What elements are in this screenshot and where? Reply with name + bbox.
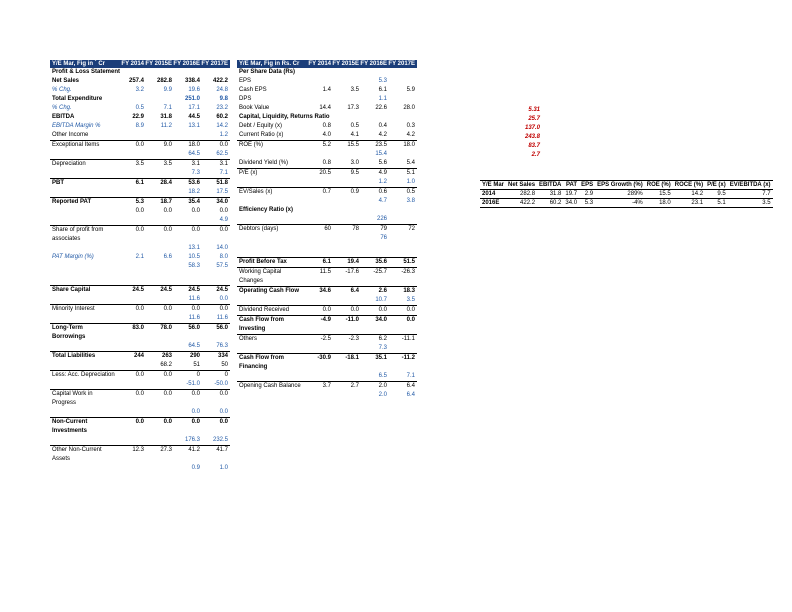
table-row: -51.0-50.0	[50, 380, 230, 389]
table-header: Y/E Mar, Fig in ` CrFY 2014FY 2015EFY 20…	[50, 60, 230, 68]
summary-head: PAT	[563, 181, 579, 190]
table-row: EPS5.3	[237, 77, 417, 86]
summary-row: 2014282.831.819.72.9289%15.514.29.57.7	[480, 190, 773, 199]
table-row: Exceptional Items0.09.018.00.0	[50, 140, 230, 150]
table-row: Minority Interest0.00.00.00.0	[50, 304, 230, 314]
table-row: 2.06.4	[237, 391, 417, 400]
summary-table: Y/E MarNet SalesEBITDAPATEPSEPS Growth (…	[480, 180, 773, 208]
table-row: 0.91.0	[50, 464, 230, 473]
table-row: Dividend Received0.00.00.00.0	[237, 305, 417, 315]
table-row: Dividend Yield (%)0.83.05.65.4	[237, 159, 417, 168]
table-row: % Chg.0.57.117.123.2	[50, 104, 230, 113]
table-row: Less: Acc. Depreciation0.00.000	[50, 370, 230, 380]
table-row: Non-Current Investments0.00.00.00.0	[50, 417, 230, 436]
summary-head: EBITDA	[537, 181, 563, 190]
table-row: Capital Work in Progress0.00.00.00.0	[50, 389, 230, 408]
summary-head: P/E (x)	[705, 181, 728, 190]
table-row: 11.60.0	[50, 295, 230, 304]
table-row: Working Capital Changes11.5-17.6-25.7-26…	[237, 267, 417, 286]
red-value: 5.31	[480, 106, 540, 115]
table-row: DPS1.1	[237, 95, 417, 104]
table-row: P/E (x)20.59.54.95.1	[237, 168, 417, 178]
table-row: Long-Term Borrowings83.078.056.056.0	[50, 323, 230, 342]
table-row: 18.217.5	[50, 188, 230, 197]
summary-head: ROE (%)	[645, 181, 673, 190]
table-row: Efficiency Ratio (x)	[237, 206, 417, 215]
table-row: 1.21.0	[237, 178, 417, 187]
table-row: 7.3	[237, 344, 417, 353]
table-row: Opening Cash Balance3.72.72.06.4	[237, 381, 417, 391]
table-row: 226	[237, 215, 417, 224]
table-row: 4.9	[50, 216, 230, 225]
table-header: Y/E Mar, Fig in Rs. CrFY 2014FY 2015EFY …	[237, 60, 417, 68]
table-row: EBITDA Margin %8.911.213.114.2	[50, 122, 230, 131]
table-row: Cash Flow from Financing-30.9-18.135.1-1…	[237, 353, 417, 372]
table-row: Total Expenditure251.09.8	[50, 95, 230, 104]
table-row: 64.562.5	[50, 150, 230, 159]
summary-head: Y/E Mar	[480, 181, 506, 190]
table-row: Profit Before Tax6.119.435.651.5	[237, 257, 417, 267]
table-row: Current Ratio (x)4.04.14.24.2	[237, 131, 417, 140]
table-row: PBT6.128.453.651.8	[50, 178, 230, 188]
table-row: 10.73.5	[237, 296, 417, 305]
table-row: 76	[237, 234, 417, 243]
table-row: EBITDA22.931.844.560.2	[50, 113, 230, 122]
table-row: 13.114.0	[50, 244, 230, 253]
table-row: Share Capital24.524.524.524.5	[50, 285, 230, 295]
table-row: 11.611.6	[50, 314, 230, 323]
table-row: Share of profit from associates0.00.00.0…	[50, 225, 230, 244]
table-row: 7.37.1	[50, 169, 230, 178]
summary-head: EPS Growth (%)	[595, 181, 645, 190]
table-row: 0.00.00.00.0	[50, 207, 230, 216]
table-row: 176.3232.5	[50, 436, 230, 445]
table-row: PAT Margin (%)2.16.610.58.0	[50, 253, 230, 262]
table-row: ROE (%)5.215.523.518.0	[237, 140, 417, 150]
red-value: 2.7	[480, 151, 540, 160]
table-row: Other Non-Current Assets12.327.341.241.7	[50, 445, 230, 464]
table-row: Profit & Loss Statement	[50, 68, 230, 77]
table-row: Total Liabilities244263290334	[50, 351, 230, 361]
table-row: Operating Cash Flow34.66.42.618.3	[237, 286, 417, 296]
table-row: Other Income1.2	[50, 131, 230, 140]
table-row: % Chg.3.29.919.624.8	[50, 86, 230, 95]
table-row: 64.576.3	[50, 342, 230, 351]
table-row: 4.73.8	[237, 197, 417, 206]
red-value: 137.0	[480, 124, 540, 133]
table-row: 0.00.0	[50, 408, 230, 417]
summary-row: 2016E422.260.234.05.3-4%18.023.15.13.5	[480, 199, 773, 208]
table-row: Per Share Data (Rs)	[237, 68, 417, 77]
summary-head: ROCE (%)	[673, 181, 705, 190]
table-row: Debt / Equity (x)0.80.50.40.3	[237, 122, 417, 131]
table-row: Net Sales257.4282.8338.4422.2	[50, 77, 230, 86]
table-row: Depreciation3.53.53.13.1	[50, 159, 230, 169]
table-row: Others-2.5-2.36.2-11.1	[237, 334, 417, 344]
red-value: 83.7	[480, 142, 540, 151]
summary-head: EPS	[579, 181, 595, 190]
table-row: Cash Flow from Investing-4.9-11.034.00.0	[237, 315, 417, 334]
table-row: Book Value14.417.322.628.0	[237, 104, 417, 113]
table-row: 68.25150	[50, 361, 230, 370]
table-row: Reported PAT5.318.735.434.0	[50, 197, 230, 207]
table-row: EV/Sales (x)0.70.90.60.5	[237, 187, 417, 197]
table-row: 15.4	[237, 150, 417, 159]
table-row: 58.357.5	[50, 262, 230, 271]
red-value: 25.7	[480, 115, 540, 124]
summary-head: Net Sales	[506, 181, 537, 190]
table-row: 6.57.1	[237, 372, 417, 381]
table-row: Cash EPS1.43.56.15.9	[237, 86, 417, 95]
table-row: Debtors (days)60787972	[237, 224, 417, 234]
red-value: 243.8	[480, 133, 540, 142]
table-row: Capital, Liquidity, Returns Ratio	[237, 113, 417, 122]
summary-head: EV/EBITDA (x)	[728, 181, 773, 190]
